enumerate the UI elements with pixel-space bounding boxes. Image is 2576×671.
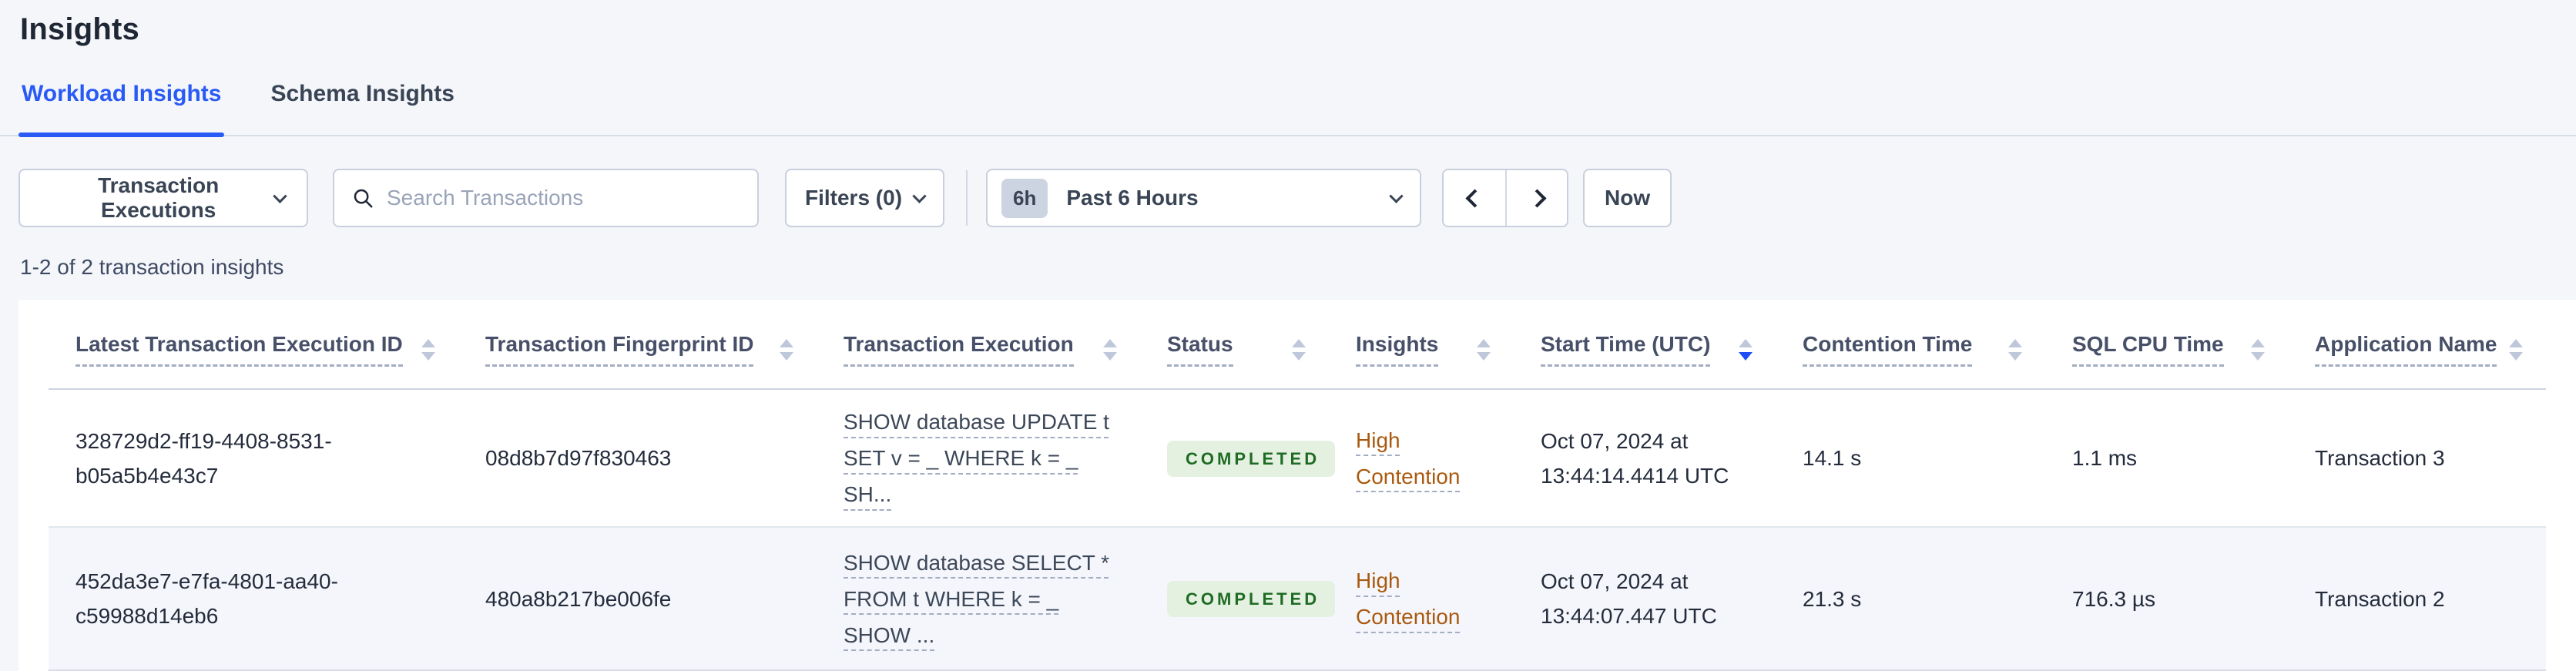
contention-time-cell: 14.1 s: [1803, 446, 1862, 470]
application-name-cell: Transaction 2: [2315, 586, 2445, 611]
column-header-application-name[interactable]: Application Name: [2288, 300, 2546, 390]
time-range-picker[interactable]: 6h Past 6 Hours: [986, 169, 1422, 227]
search-input[interactable]: [387, 186, 740, 210]
column-header-latest-execution-id[interactable]: Latest Transaction Execution ID: [49, 300, 458, 390]
search-box: [333, 169, 759, 227]
sort-icon: [2008, 338, 2022, 361]
time-prev-button[interactable]: [1444, 170, 1506, 226]
transaction-execution-cell: SHOW database UPDATE t SET v = _ WHERE k…: [817, 389, 1140, 527]
insights-cell: High Contention: [1329, 527, 1514, 670]
latest-execution-id-cell: 452da3e7-e7fa-4801-aa40-c59988d14eb6: [75, 569, 338, 628]
sort-icon: [1477, 338, 1491, 361]
status-cell: COMPLETED: [1140, 527, 1336, 670]
sort-icon: [1103, 338, 1117, 361]
chevron-left-icon: [1465, 188, 1484, 208]
column-header-status[interactable]: Status: [1140, 300, 1329, 390]
transaction-execution-link[interactable]: SHOW database SELECT * FROM t WHERE k = …: [844, 551, 1109, 647]
sort-icon: [421, 338, 435, 361]
execution-type-dropdown[interactable]: Transaction Executions: [18, 169, 308, 227]
status-cell: COMPLETED: [1140, 389, 1336, 527]
sort-icon: [2251, 338, 2265, 361]
status-badge: COMPLETED: [1167, 440, 1336, 477]
filters-button[interactable]: Filters (0): [785, 169, 945, 227]
time-range-badge: 6h: [1001, 178, 1048, 218]
column-header-insights[interactable]: Insights: [1329, 300, 1514, 390]
transaction-execution-cell: SHOW database SELECT * FROM t WHERE k = …: [817, 527, 1140, 670]
sort-icon: [1292, 338, 1306, 361]
chevron-down-icon: [1389, 188, 1404, 203]
insights-page: Insights Workload Insights Schema Insigh…: [0, 0, 2576, 671]
high-contention-link[interactable]: High Contention: [1356, 428, 1460, 488]
table-row: 452da3e7-e7fa-4801-aa40-c59988d14eb6 480…: [49, 527, 2546, 670]
column-header-transaction-execution[interactable]: Transaction Execution: [817, 300, 1140, 390]
start-time-cell: Oct 07, 2024 at 13:44:14.4414 UTC: [1541, 428, 1729, 488]
execution-type-label: Transaction Executions: [98, 173, 220, 222]
page-title: Insights: [20, 12, 139, 46]
insights-cell: High Contention: [1329, 389, 1514, 527]
time-pager: [1442, 169, 1569, 227]
now-button[interactable]: Now: [1583, 169, 1672, 227]
column-header-fingerprint-id[interactable]: Transaction Fingerprint ID: [458, 300, 817, 390]
contention-time-cell: 21.3 s: [1803, 586, 1862, 611]
column-header-sql-cpu-time[interactable]: SQL CPU Time: [2045, 300, 2288, 390]
filters-label: Filters (0): [805, 186, 903, 210]
time-range-label: Past 6 Hours: [1066, 186, 1199, 210]
insights-table-card: Latest Transaction Execution ID Transact…: [18, 300, 2576, 671]
table-header-row: Latest Transaction Execution ID Transact…: [49, 300, 2546, 390]
column-header-start-time[interactable]: Start Time (UTC): [1514, 300, 1776, 390]
application-name-cell: Transaction 3: [2315, 446, 2445, 470]
transaction-insights-table: Latest Transaction Execution ID Transact…: [49, 300, 2546, 671]
fingerprint-id-cell: 480a8b217be006fe: [485, 586, 672, 611]
sort-desc-icon: [1739, 338, 1753, 361]
sort-icon: [780, 338, 793, 361]
chevron-right-icon: [1528, 188, 1547, 208]
high-contention-link[interactable]: High Contention: [1356, 569, 1460, 629]
tab-bar: Workload Insights Schema Insights: [0, 81, 2576, 137]
sort-icon: [2509, 338, 2523, 361]
table-row: 328729d2-ff19-4408-8531-b05a5b4e43c7 08d…: [49, 389, 2546, 527]
chevron-down-icon: [912, 188, 927, 203]
toolbar: Transaction Executions Filters (0) 6h Pa…: [18, 169, 2576, 227]
time-next-button[interactable]: [1505, 170, 1568, 226]
start-time-cell: Oct 07, 2024 at 13:44:07.447 UTC: [1541, 569, 1717, 628]
fingerprint-id-cell: 08d8b7d97f830463: [485, 446, 672, 470]
status-badge: COMPLETED: [1167, 581, 1336, 617]
toolbar-divider: [966, 170, 968, 226]
search-icon: [354, 189, 373, 208]
tab-schema-insights[interactable]: Schema Insights: [270, 81, 454, 135]
column-header-contention-time[interactable]: Contention Time: [1776, 300, 2045, 390]
sql-cpu-time-cell: 716.3 µs: [2072, 586, 2155, 611]
sql-cpu-time-cell: 1.1 ms: [2072, 446, 2138, 470]
transaction-execution-link[interactable]: SHOW database UPDATE t SET v = _ WHERE k…: [844, 410, 1109, 506]
results-count: 1-2 of 2 transaction insights: [20, 255, 284, 279]
tab-workload-insights[interactable]: Workload Insights: [18, 81, 225, 137]
latest-execution-id-cell: 328729d2-ff19-4408-8531-b05a5b4e43c7: [75, 428, 332, 488]
